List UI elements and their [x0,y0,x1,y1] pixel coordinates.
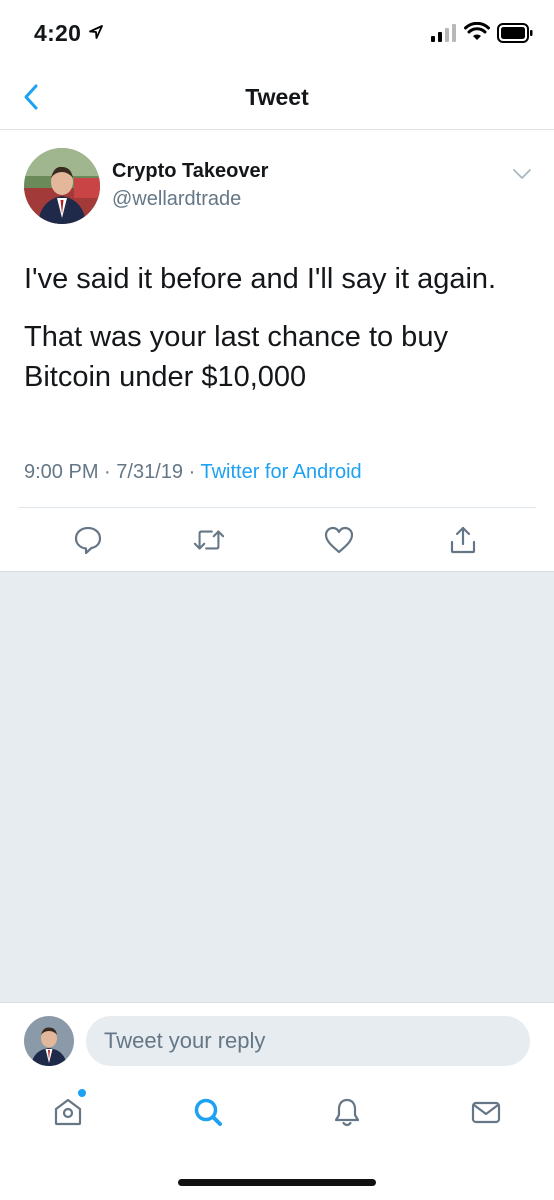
page-title: Tweet [245,84,309,110]
bell-icon [334,1098,360,1127]
tweet: Crypto Takeover @wellardtrade I've said … [0,131,554,571]
user-avatar[interactable] [24,1016,74,1066]
tweet-options-button[interactable] [512,167,532,185]
speech-bubble-icon [74,526,102,555]
tweet-text-line: I've said it before and I'll say it agai… [24,263,497,295]
wifi-icon [464,22,490,40]
tab-notifications[interactable] [327,1092,367,1132]
retweet-button[interactable] [193,524,225,556]
tab-home[interactable] [48,1092,88,1132]
envelope-icon [471,1101,501,1124]
author-name[interactable]: Crypto Takeover [112,160,268,183]
home-indicator-bar[interactable] [178,1179,376,1186]
cellular-signal-icon [431,24,456,42]
home-icon [54,1098,82,1126]
author-avatar[interactable] [24,148,100,224]
like-button[interactable] [323,524,355,556]
status-time: 4:20 [34,20,82,46]
tab-messages[interactable] [466,1092,506,1132]
tweet-source-link[interactable]: Twitter for Android [200,461,361,483]
share-button[interactable] [447,524,479,556]
battery-icon [497,23,533,43]
tweet-text: I've said it before and I'll say it agai… [24,259,524,415]
status-bar: 4:20 [0,0,554,66]
replies-area [0,571,554,1003]
meta-separator: · [104,461,111,483]
author-handle[interactable]: @wellardtrade [112,188,241,211]
tweet-text-line: That was your last chance to buy Bitcoin… [24,321,448,393]
home-unread-indicator [78,1089,86,1097]
meta-separator: · [188,461,196,483]
chevron-down-icon [513,169,531,179]
reply-bar [0,1003,554,1075]
tweet-date: 7/31/19 [116,461,184,483]
navigation-bar: Tweet [0,66,554,130]
location-arrow-icon [89,25,103,39]
heart-icon [324,526,354,554]
tweet-time: 9:00 PM [24,461,99,483]
tweet-actions [0,508,554,571]
reply-input[interactable] [86,1016,530,1066]
tab-search[interactable] [188,1092,228,1132]
search-icon [194,1098,222,1126]
share-icon [450,526,476,554]
tweet-metadata: 9:00 PM · 7/31/19 · Twitter for Android [24,461,362,484]
retweet-icon [193,530,225,550]
reply-button[interactable] [72,524,104,556]
